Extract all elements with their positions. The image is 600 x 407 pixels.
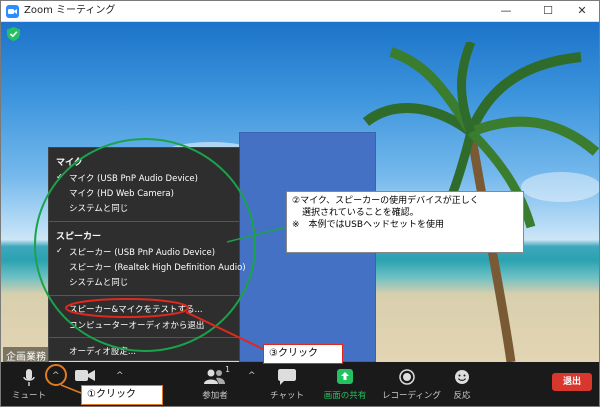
participants-label: 参加者 — [202, 391, 228, 401]
participants-chevron-icon[interactable]: ^ — [248, 371, 256, 381]
security-shield-icon[interactable] — [7, 27, 20, 41]
check-icon: ✓ — [56, 172, 63, 181]
zoom-window: Zoom ミーティング — ☐ ✕ 企画業務 マイク ✓ マイク (USB PnP… — [0, 0, 600, 407]
menu-divider — [49, 337, 239, 338]
instruction-callout: ②マイク、スピーカーの使用デバイスが正しく 選択されていることを確認。 ※ 本例… — [286, 191, 524, 253]
mute-button[interactable]: ミュート — [7, 362, 51, 406]
chat-button[interactable]: チャット — [267, 362, 307, 406]
chat-label: チャット — [270, 391, 304, 401]
speaker-item-realtek[interactable]: スピーカー (Realtek High Definition Audio) — [69, 261, 246, 273]
speaker-section-header: スピーカー — [56, 232, 102, 242]
mic-item-system[interactable]: システムと同じ — [69, 202, 128, 214]
menu-divider — [49, 221, 239, 222]
menu-divider — [49, 295, 239, 296]
video-camera-icon — [75, 370, 95, 381]
minimize-button[interactable]: — — [487, 1, 525, 21]
check-icon: ✓ — [56, 246, 63, 255]
zoom-app-icon — [6, 5, 19, 18]
callout-line-3: ※ 本例ではUSBヘッドセットを使用 — [292, 220, 445, 230]
reactions-label: 反応 — [453, 391, 471, 401]
step1-label: ①クリック — [81, 385, 163, 405]
participants-button[interactable]: 1 参加者 — [193, 362, 237, 406]
window-title: Zoom ミーティング — [24, 5, 116, 16]
mic-item-usb[interactable]: ✓ マイク (USB PnP Audio Device) — [56, 172, 198, 184]
speaker-item-system[interactable]: システムと同じ — [69, 276, 128, 288]
participant-name-label: 企画業務 — [3, 347, 49, 362]
participants-icon — [204, 369, 225, 384]
leave-computer-audio-item[interactable]: コンピューターオーディオから退出 — [69, 319, 204, 331]
title-bar: Zoom ミーティング — ☐ ✕ — [1, 1, 599, 22]
share-screen-label: 画面の共有 — [323, 391, 367, 401]
smiley-icon — [455, 370, 469, 384]
maximize-button[interactable]: ☐ — [529, 1, 567, 21]
audio-options-menu: マイク ✓ マイク (USB PnP Audio Device) マイク (HD … — [48, 147, 246, 361]
reactions-button[interactable]: 反応 — [445, 362, 479, 406]
step3-label: ③クリック — [263, 344, 343, 364]
record-button[interactable]: レコーディング — [382, 362, 441, 406]
record-label: レコーディング — [382, 391, 441, 401]
leave-meeting-button[interactable]: 退出 — [552, 373, 592, 391]
mute-label: ミュート — [11, 391, 46, 401]
video-options-chevron-icon[interactable]: ^ — [116, 371, 124, 381]
share-screen-icon — [337, 369, 353, 384]
callout-line-2: 選択されていることを確認。 — [302, 208, 419, 218]
microphone-icon — [23, 369, 35, 386]
chat-icon — [278, 369, 296, 385]
callout-line-1: ②マイク、スピーカーの使用デバイスが正しく — [292, 196, 479, 206]
close-button[interactable]: ✕ — [563, 1, 599, 21]
audio-settings-item[interactable]: オーディオ設定... — [69, 345, 136, 357]
speaker-item-usb[interactable]: ✓ スピーカー (USB PnP Audio Device) — [56, 246, 215, 258]
mic-item-webcam[interactable]: マイク (HD Web Camera) — [69, 187, 174, 199]
record-icon — [399, 369, 415, 385]
participants-count: 1 — [225, 365, 231, 374]
audio-options-chevron-icon[interactable]: ^ — [52, 371, 60, 381]
test-speaker-mic-item[interactable]: スピーカー&マイクをテストする... — [69, 303, 203, 315]
mic-section-header: マイク — [56, 158, 83, 168]
share-screen-button[interactable]: 画面の共有 — [320, 362, 370, 406]
